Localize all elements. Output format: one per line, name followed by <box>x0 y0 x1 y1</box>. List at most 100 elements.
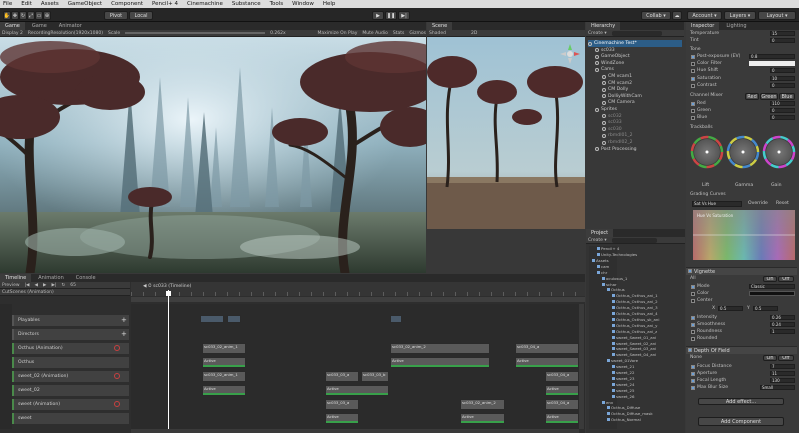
resolution-dropdown[interactable]: RecordingResolution(1920x1080) <box>28 31 103 36</box>
curve-select-dropdown[interactable]: Sat Vs Hue <box>692 201 742 207</box>
loop-icon[interactable]: ↻ <box>61 283 65 288</box>
hierarchy-item[interactable]: Post Processing <box>595 146 682 153</box>
project-item[interactable]: sweet_Sweet_02_ani <box>612 340 684 346</box>
menu-edit[interactable]: Edit <box>21 1 32 7</box>
game-viewport[interactable] <box>0 37 426 273</box>
project-item[interactable]: Octhus_Octhus_ani_1 <box>612 293 684 298</box>
smoothness-field[interactable]: 0.24 <box>770 322 795 327</box>
color-filter-swatch[interactable] <box>749 61 795 66</box>
mode-dropdown[interactable]: Classic <box>749 284 795 289</box>
record-icon[interactable] <box>114 345 120 351</box>
dof-checkbox[interactable] <box>688 348 692 352</box>
timeline-clip[interactable]: Active <box>202 357 246 368</box>
playhead[interactable] <box>168 290 169 429</box>
track-sweet02-anim[interactable]: sweet_02 (Animation) <box>12 371 129 382</box>
mute-toggle[interactable]: Mute Audio <box>362 31 388 36</box>
focal-length-field[interactable]: 130 <box>770 378 795 383</box>
post-exposure-field[interactable]: 0.8 <box>749 54 795 59</box>
project-item[interactable]: Pencil+ 4 <box>597 246 684 251</box>
tab-animation[interactable]: Animation <box>33 274 69 282</box>
display-dropdown[interactable]: Display 2 <box>2 31 23 36</box>
scene-viewport[interactable] <box>427 37 585 229</box>
vignette-color-swatch[interactable] <box>749 291 795 296</box>
step-button[interactable]: ▶| <box>398 11 410 20</box>
focus-distance-field[interactable]: 7 <box>770 364 795 369</box>
green-checkbox[interactable] <box>691 109 695 113</box>
roundness-field[interactable]: 1 <box>770 329 795 334</box>
timeline-clip[interactable]: sc033_02_anim_2 <box>390 343 490 354</box>
aperture-checkbox[interactable] <box>691 372 695 376</box>
tab-console[interactable]: Console <box>71 274 101 282</box>
temperature-field[interactable]: 15 <box>770 31 795 36</box>
timeline-clip[interactable]: sc033_03_a <box>325 371 359 382</box>
track-playables[interactable]: Playables <box>12 315 129 326</box>
tab-inspector[interactable]: Inspector <box>686 22 720 30</box>
mode-checkbox[interactable] <box>691 285 695 289</box>
tab-game-2[interactable]: Game <box>27 22 52 30</box>
timeline-clip[interactable] <box>390 315 402 323</box>
menu-file[interactable]: File <box>3 1 12 7</box>
next-frame-icon[interactable]: ▶| <box>51 283 56 288</box>
aperture-field[interactable]: 11 <box>770 371 795 376</box>
timeline-clip[interactable]: sc033_04_a <box>515 343 579 354</box>
timeline-clip[interactable]: Active <box>515 357 579 368</box>
project-item[interactable]: sweet_Sweet_03_ani <box>612 346 684 351</box>
channel-blue-button[interactable]: Blue <box>779 93 795 100</box>
project-item[interactable]: sweet_25 <box>612 388 684 393</box>
project-item[interactable]: Octhus_Octhus_ani_4 <box>612 311 684 316</box>
layers-dropdown[interactable]: Layers ▾ <box>724 11 756 20</box>
pause-button[interactable]: ❚❚ <box>385 11 397 20</box>
timeline-clip[interactable] <box>227 315 241 323</box>
track-directors[interactable]: Directors <box>12 329 129 340</box>
track-octhus[interactable]: Octhus <box>12 357 129 368</box>
timeline-clip[interactable]: Active <box>460 413 505 424</box>
play-button[interactable]: ▶ <box>372 11 384 20</box>
dof-none-label[interactable]: None <box>690 355 702 360</box>
project-item[interactable]: sweet_22 <box>612 370 684 375</box>
project-item[interactable]: sweet_21 <box>612 364 684 369</box>
add-track-icon-2[interactable]: + <box>121 330 127 338</box>
skip-start-icon[interactable]: |◀ <box>25 283 30 288</box>
project-item[interactable]: schar <box>602 281 684 287</box>
contrast-field[interactable]: 0 <box>770 83 795 88</box>
cloud-button[interactable]: ☁ <box>672 11 682 20</box>
vignette-header[interactable]: Vignette <box>686 267 797 275</box>
tab-timeline[interactable]: Timeline <box>0 274 32 282</box>
add-track-icon[interactable]: + <box>121 316 127 324</box>
timeline-clip[interactable] <box>200 315 224 323</box>
color-filter-checkbox[interactable] <box>691 62 695 66</box>
timeline-clip[interactable]: Active <box>325 385 389 396</box>
tab-scene[interactable]: Scene <box>427 22 453 30</box>
timeline-clip[interactable]: sc033_03_a <box>325 399 359 410</box>
timeline-clip[interactable]: sc033_02_anim_1 <box>202 371 246 382</box>
red-field[interactable]: 110 <box>770 101 795 106</box>
dof-off-button[interactable]: Off <box>778 355 794 361</box>
tab-hierarchy[interactable]: Hierarchy <box>586 22 621 30</box>
track-sweet02[interactable]: sweet_02 <box>12 385 129 396</box>
rect-tool-button[interactable]: ▭ <box>35 11 43 20</box>
channel-green-button[interactable]: Green <box>760 93 778 100</box>
director-dropdown[interactable]: CutScenes (Animation) <box>2 290 54 295</box>
local-toggle[interactable]: Local <box>129 11 153 20</box>
project-item[interactable]: Octhus_Octhus_ani_2 <box>612 299 684 304</box>
track-sweet[interactable]: sweet <box>12 413 129 424</box>
record-icon-3[interactable] <box>114 401 120 407</box>
timeline-scrubber[interactable] <box>131 297 585 302</box>
timeline-clip[interactable]: sc033_04_a <box>545 371 579 382</box>
vignette-all-label[interactable]: All <box>690 276 696 281</box>
timeline-play-icon[interactable]: ▶ <box>43 283 46 288</box>
add-component-button[interactable]: Add Component <box>698 417 784 426</box>
max-blur-dropdown[interactable]: Small <box>760 385 795 390</box>
hierarchy-create-button[interactable]: Create ▾ <box>588 31 607 36</box>
curve-reset-button[interactable]: Reset <box>776 201 789 206</box>
tint-field[interactable]: 0 <box>770 38 795 43</box>
menu-tools[interactable]: Tools <box>270 1 284 7</box>
playhead-handle[interactable] <box>166 291 171 296</box>
timeline-scrollbar[interactable] <box>579 304 584 429</box>
shading-dropdown[interactable]: Shaded <box>429 31 446 36</box>
center-checkbox[interactable] <box>691 299 695 303</box>
prev-frame-icon[interactable]: ◀ <box>35 283 38 288</box>
menu-help[interactable]: Help <box>323 1 336 7</box>
tab-project[interactable]: Project <box>586 229 614 237</box>
collab-dropdown[interactable]: Collab ▾ <box>641 11 671 20</box>
